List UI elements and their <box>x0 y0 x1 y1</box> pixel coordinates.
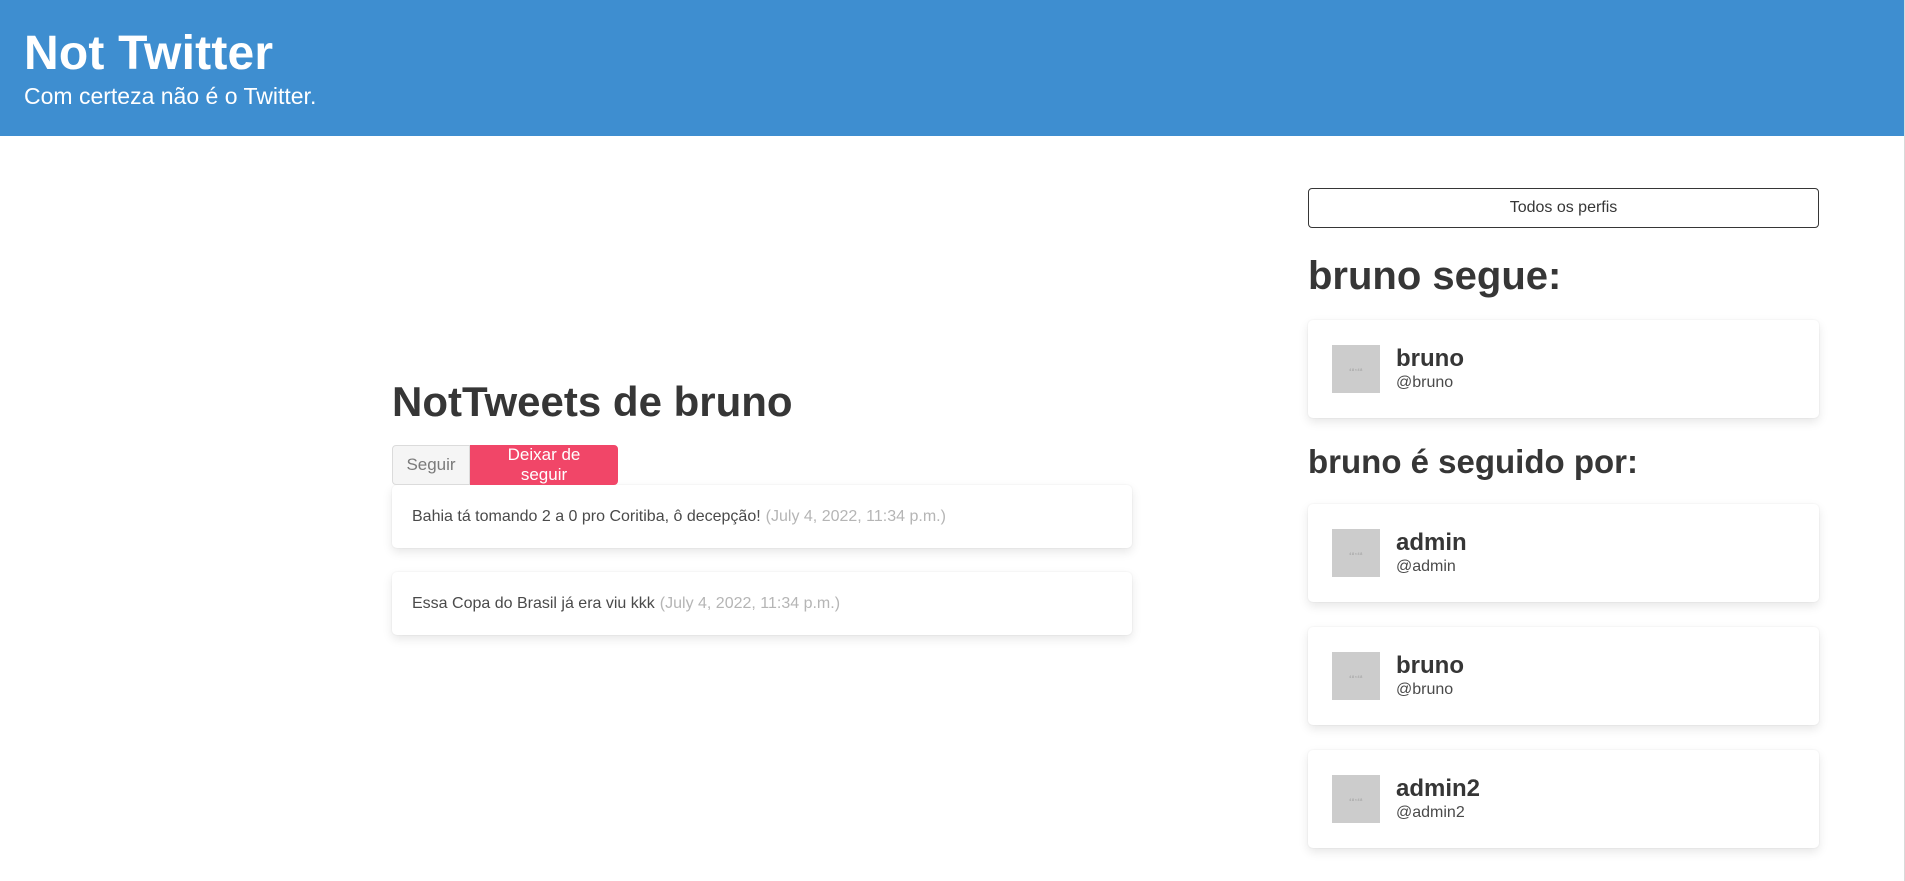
profile-handle: @bruno <box>1396 681 1454 698</box>
follow-buttons: Seguir Deixar de seguir <box>392 445 1132 485</box>
unfollow-button[interactable]: Deixar de seguir <box>470 445 618 485</box>
tweet-text: Bahia tá tomando 2 a 0 pro Coritiba, ô d… <box>412 507 761 525</box>
profile-handle: @bruno <box>1396 374 1454 391</box>
avatar: 48×48 <box>1332 652 1380 700</box>
tweet-card: Bahia tá tomando 2 a 0 pro Coritiba, ô d… <box>392 485 1132 548</box>
profile-info: bruno @bruno <box>1396 652 1464 700</box>
hero-header: Not Twitter Com certeza não é o Twitter. <box>0 0 1904 136</box>
avatar: 48×48 <box>1332 775 1380 823</box>
profile-name: admin2 <box>1396 775 1481 802</box>
avatar: 48×48 <box>1332 529 1380 577</box>
tweet-text: Essa Copa do Brasil já era viu kkk <box>412 594 655 612</box>
profile-card-admin[interactable]: 48×48 admin @admin <box>1308 504 1819 602</box>
site-title: Not Twitter <box>24 27 274 80</box>
profile-card-admin2[interactable]: 48×48 admin2 @admin2 <box>1308 750 1819 848</box>
site-subtitle: Com certeza não é o Twitter. <box>24 83 317 109</box>
profile-name: bruno <box>1396 345 1464 372</box>
profile-info: admin2 @admin2 <box>1396 775 1480 823</box>
follow-button[interactable]: Seguir <box>392 445 470 485</box>
profile-card-bruno[interactable]: 48×48 bruno @bruno <box>1308 627 1819 725</box>
tweet-card: Essa Copa do Brasil já era viu kkk (July… <box>392 572 1132 635</box>
follows-title: bruno segue: <box>1308 254 1562 298</box>
avatar-placeholder-text: 48×48 <box>1349 673 1363 679</box>
profile-name: bruno <box>1396 652 1464 679</box>
profile-info: admin @admin <box>1396 529 1467 577</box>
avatar-placeholder-text: 48×48 <box>1349 796 1363 802</box>
avatar-placeholder-text: 48×48 <box>1349 366 1363 372</box>
avatar-placeholder-text: 48×48 <box>1349 550 1363 556</box>
profile-handle: @admin <box>1396 558 1456 575</box>
tweet-date: (July 4, 2022, 11:34 p.m.) <box>765 507 946 525</box>
profile-handle: @admin2 <box>1396 804 1465 821</box>
tweet-date: (July 4, 2022, 11:34 p.m.) <box>659 594 841 612</box>
page-title: NotTweets de bruno <box>392 378 793 425</box>
avatar: 48×48 <box>1332 345 1380 393</box>
followers-title: bruno é seguido por: <box>1308 443 1638 480</box>
profile-card-bruno[interactable]: 48×48 bruno @bruno <box>1308 320 1819 418</box>
profile-info: bruno @bruno <box>1396 345 1464 393</box>
profile-name: admin <box>1396 529 1467 556</box>
main-column: NotTweets de bruno Seguir Deixar de segu… <box>392 376 1132 635</box>
sidebar: Todos os perfis bruno segue: 48×48 bruno… <box>1308 188 1819 848</box>
all-profiles-button[interactable]: Todos os perfis <box>1308 188 1819 228</box>
